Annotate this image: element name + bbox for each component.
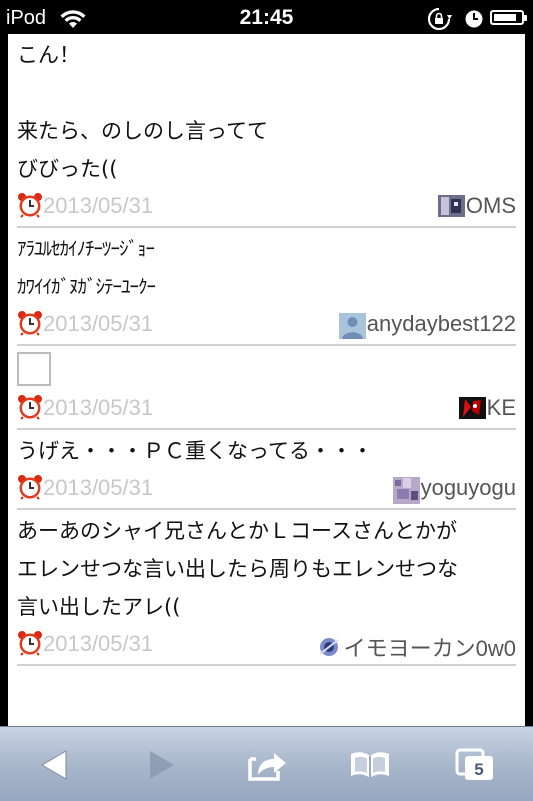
author-name[interactable]: anydaybest122 [367,311,516,337]
rotation-lock-icon [426,7,452,36]
clock-time: 21:45 [239,6,294,29]
alarm-clock-icon [17,192,43,222]
comment-date: 2013/05/31 [43,395,154,420]
author-name[interactable]: イモヨーカン0w0 [344,631,516,663]
alarm-clock-icon [17,474,43,504]
alarm-status-icon [464,9,484,34]
comment-line: こん！ [17,43,80,67]
comment-text: うげえ・・・ＰＣ重くなってる・・・ [17,430,516,470]
comment-text: こん！ 来たら、のしのし言ってて びびった(( [17,34,516,188]
comment-meta: 2013/05/31 KE [17,390,516,428]
imoyokan-avatar-icon[interactable] [315,636,343,658]
comment-date: 2013/05/31 [43,475,154,500]
comment-item: こん！ 来たら、のしのし言ってて びびった(( 2013/05/31 OMS [17,34,516,228]
forward-button[interactable] [136,745,186,785]
tabs-icon: 5 [455,748,493,780]
tabs-button[interactable]: 5 [450,745,500,785]
comment-author-link[interactable]: KE [458,395,516,421]
comment-date: 2013/05/31 [43,631,154,656]
back-arrow-icon [41,750,67,780]
yoguyogu-avatar-icon[interactable] [392,477,420,504]
comment-text: ｱﾗﾕﾙｾｶｲﾉﾁｰﾂｰｼﾞｮｰ ｶﾜｲｲｶﾞﾇｶﾞｼﾃｰﾕｰｸｰ [17,228,516,306]
browser-toolbar: 5 [0,726,533,801]
comment-item: 2013/05/31 KE [17,352,516,430]
author-name[interactable]: KE [487,395,516,421]
comment-date: 2013/05/31 [43,193,154,218]
bookmarks-button[interactable] [345,745,395,785]
comment-item: うげえ・・・ＰＣ重くなってる・・・ 2013/05/31 yoguyogu [17,430,516,510]
comment-item: ｱﾗﾕﾙｾｶｲﾉﾁｰﾂｰｼﾞｮｰ ｶﾜｲｲｶﾞﾇｶﾞｼﾃｰﾕｰｸｰ 2013/05/… [17,228,516,346]
comment-meta: 2013/05/31 OMS [17,188,516,226]
battery-level [494,14,517,21]
comment-author-link[interactable]: OMS [437,193,516,219]
alarm-clock-icon [17,310,43,340]
share-button[interactable] [243,745,293,785]
comment-feed[interactable]: こん！ 来たら、のしのし言ってて びびった(( 2013/05/31 OMS ｱﾗﾕﾙｾｶ… [8,34,525,726]
comment-line: うげえ・・・ＰＣ重くなってる・・・ [17,439,373,463]
comment-line: 来たら、のしのし言ってて [17,119,268,143]
forward-arrow-icon [150,751,174,779]
comment-line [17,74,516,112]
comment-line: エレンせつな言い出したら周りもエレンせつな [17,557,458,581]
default-user-avatar-icon[interactable] [338,313,366,339]
ke-avatar-icon[interactable] [458,397,486,419]
comment-line: ｶﾜｲｲｶﾞﾇｶﾞｼﾃｰﾕｰｸｰ [17,276,156,298]
back-button[interactable] [30,745,80,785]
comment-line: びびった(( [17,157,118,181]
comment-author-link[interactable]: イモヨーカン0w0 [315,631,516,663]
broken-image-placeholder[interactable] [17,352,51,386]
bookmarks-icon [351,752,389,778]
comment-line: ｱﾗﾕﾙｾｶｲﾉﾁｰﾂｰｼﾞｮｰ [17,238,155,260]
comment-line: あーあのシャイ兄さんとかＬコースさんとかが [17,519,457,543]
tabs-count: 5 [474,760,483,779]
alarm-clock-icon [17,394,43,424]
comment-author-link[interactable]: yoguyogu [392,475,516,504]
comment-item: あーあのシャイ兄さんとかＬコースさんとかが エレンせつな言い出したら周りもエレンせ… [17,510,516,666]
oms-avatar-icon[interactable] [437,195,465,217]
alarm-clock-icon [17,630,43,660]
comment-line: 言い出したアレ(( [17,595,181,619]
comment-author-link[interactable]: anydaybest122 [338,311,516,339]
author-name[interactable]: OMS [466,193,516,219]
comment-meta: 2013/05/31 anydaybest122 [17,306,516,344]
share-icon [248,753,286,781]
comment-meta: 2013/05/31 yoguyogu [17,470,516,508]
comment-meta: 2013/05/31 イモヨーカン0w0 [17,626,516,664]
comment-text: あーあのシャイ兄さんとかＬコースさんとかが エレンせつな言い出したら周りもエレンせ… [17,510,516,626]
author-name[interactable]: yoguyogu [421,475,516,501]
comment-date: 2013/05/31 [43,311,154,336]
battery-icon [490,10,527,25]
